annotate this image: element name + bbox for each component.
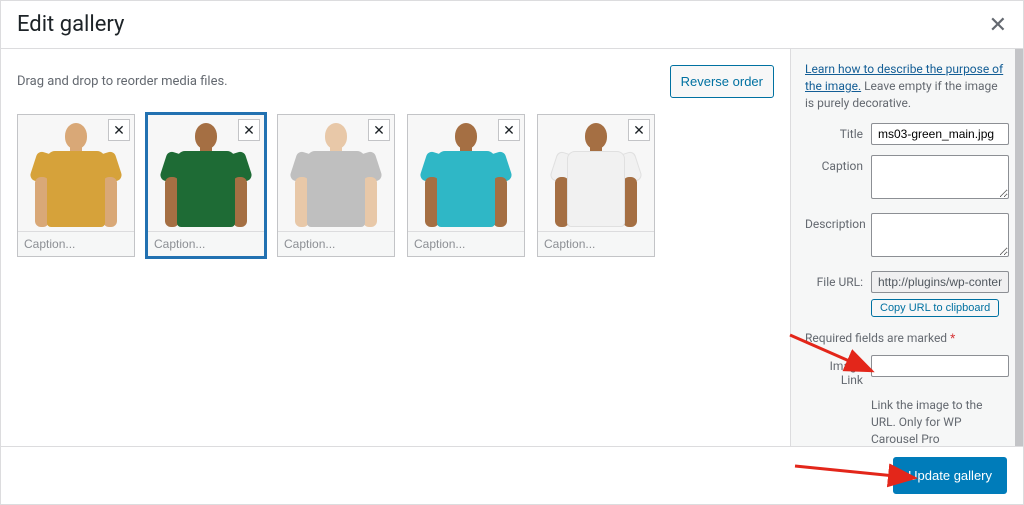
remove-thumb-button[interactable]: ✕	[498, 119, 520, 141]
close-icon: ✕	[113, 122, 125, 138]
close-icon: ✕	[243, 122, 255, 138]
close-icon: ✕	[503, 122, 515, 138]
field-imagelink: Image Link	[805, 355, 1009, 387]
imagelink-label: Image Link	[805, 355, 863, 387]
imagelink-hint: Link the image to the URL. Only for WP C…	[871, 397, 1009, 445]
modal-footer: Update gallery	[1, 446, 1023, 504]
thumb-caption-input[interactable]	[538, 231, 654, 256]
thumbnail-list: ✕ ✕ ✕ ✕ ✕	[17, 114, 774, 257]
field-title: Title	[805, 123, 1009, 145]
thumb-caption-input[interactable]	[408, 231, 524, 256]
gallery-thumb[interactable]: ✕	[17, 114, 135, 257]
description-textarea[interactable]	[871, 213, 1009, 257]
gallery-thumb[interactable]: ✕	[277, 114, 395, 257]
gallery-area: Drag and drop to reorder media files. Re…	[1, 49, 791, 446]
description-label: Description	[805, 213, 863, 231]
copy-url-button[interactable]: Copy URL to clipboard	[871, 299, 999, 317]
close-button[interactable]: ✕	[989, 14, 1007, 36]
gallery-thumb[interactable]: ✕	[407, 114, 525, 257]
title-input[interactable]	[871, 123, 1009, 145]
remove-thumb-button[interactable]: ✕	[108, 119, 130, 141]
field-caption: Caption	[805, 155, 1009, 203]
caption-label: Caption	[805, 155, 863, 173]
alt-help: Learn how to describe the purpose of the…	[805, 61, 1009, 111]
modal-header: Edit gallery ✕	[1, 1, 1023, 49]
edit-gallery-modal: Edit gallery ✕ Drag and drop to reorder …	[0, 0, 1024, 505]
thumb-caption-input[interactable]	[278, 231, 394, 256]
field-description: Description	[805, 213, 1009, 261]
fileurl-input[interactable]	[871, 271, 1009, 293]
gallery-toolbar: Drag and drop to reorder media files. Re…	[17, 65, 774, 98]
close-icon: ✕	[633, 122, 645, 138]
caption-textarea[interactable]	[871, 155, 1009, 199]
thumb-image: ✕	[408, 115, 524, 231]
title-label: Title	[805, 123, 863, 141]
gallery-thumb[interactable]: ✕	[147, 114, 265, 257]
thumb-image: ✕	[278, 115, 394, 231]
modal-body: Drag and drop to reorder media files. Re…	[1, 49, 1023, 446]
remove-thumb-button[interactable]: ✕	[628, 119, 650, 141]
gallery-instructions: Drag and drop to reorder media files.	[17, 74, 228, 89]
close-icon: ✕	[373, 122, 385, 138]
modal-title: Edit gallery	[17, 12, 124, 37]
reverse-order-button[interactable]: Reverse order	[670, 65, 774, 98]
attachment-details-sidebar: Learn how to describe the purpose of the…	[791, 49, 1023, 446]
thumb-caption-input[interactable]	[148, 231, 264, 256]
field-fileurl: File URL: Copy URL to clipboard	[805, 271, 1009, 317]
remove-thumb-button[interactable]: ✕	[368, 119, 390, 141]
thumb-image: ✕	[148, 115, 264, 231]
fileurl-label: File URL:	[805, 271, 863, 289]
required-note: Required fields are marked *	[805, 331, 1009, 345]
remove-thumb-button[interactable]: ✕	[238, 119, 260, 141]
close-icon: ✕	[989, 12, 1007, 37]
thumb-caption-input[interactable]	[18, 231, 134, 256]
update-gallery-button[interactable]: Update gallery	[893, 457, 1007, 494]
thumb-image: ✕	[538, 115, 654, 231]
thumb-image: ✕	[18, 115, 134, 231]
imagelink-input[interactable]	[871, 355, 1009, 377]
gallery-thumb[interactable]: ✕	[537, 114, 655, 257]
